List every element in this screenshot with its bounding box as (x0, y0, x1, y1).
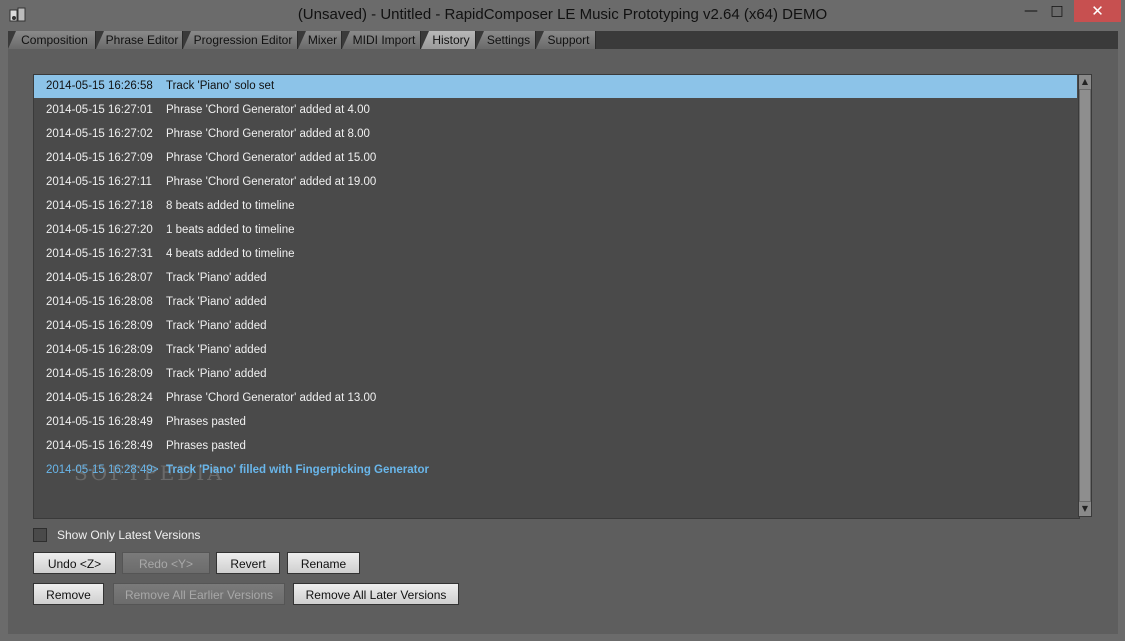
remove-earlier-versions-button[interactable]: Remove All Earlier Versions (113, 583, 285, 605)
history-row[interactable]: 2014-05-15 16:27:02 Phrase 'Chord Generat… (34, 123, 1077, 146)
history-timestamp: 2014-05-15 16:28:09 (46, 320, 153, 332)
history-row[interactable]: 2014-05-15 16:27:09 Phrase 'Chord Generat… (34, 147, 1077, 170)
tab-bar: Composition Phrase Editor Progression Ed… (8, 31, 1118, 49)
history-description: Track 'Piano' filled with Fingerpicking … (166, 464, 429, 476)
minimize-button[interactable]: — (1018, 0, 1044, 22)
scroll-up-arrow-icon[interactable]: ▲ (1079, 75, 1091, 89)
maximize-button[interactable]: □ (1044, 0, 1070, 22)
history-description: Phrase 'Chord Generator' added at 8.00 (166, 128, 370, 140)
tab-composition[interactable]: Composition (8, 31, 96, 49)
rename-button[interactable]: Rename (287, 552, 360, 574)
revert-button[interactable]: Revert (216, 552, 280, 574)
show-only-latest-label: Show Only Latest Versions (57, 528, 201, 542)
history-description: 8 beats added to timeline (166, 200, 295, 212)
history-row[interactable]: 2014-05-15 16:27:11 Phrase 'Chord Generat… (34, 171, 1077, 194)
scrollbar-thumb[interactable] (1080, 90, 1090, 501)
history-description: Phrases pasted (166, 416, 246, 428)
history-row[interactable]: 2014-05-15 16:28:49 -> Track 'Piano' fille… (34, 459, 1077, 482)
history-row[interactable]: 2014-05-15 16:27:18 8 beats added to time… (34, 195, 1077, 218)
history-timestamp: 2014-05-15 16:28:08 (46, 296, 153, 308)
history-description: Track 'Piano' added (166, 272, 267, 284)
history-timestamp: 2014-05-15 16:26:58 (46, 80, 153, 92)
history-row[interactable]: 2014-05-15 16:27:01 Phrase 'Chord Generat… (34, 99, 1077, 122)
history-description: 1 beats added to timeline (166, 224, 295, 236)
tab-phrase-editor[interactable]: Phrase Editor (96, 31, 183, 49)
history-description: 4 beats added to timeline (166, 248, 295, 260)
history-timestamp: 2014-05-15 16:28:24 (46, 392, 153, 404)
history-timestamp: 2014-05-15 16:27:01 (46, 104, 153, 116)
remove-later-versions-button[interactable]: Remove All Later Versions (293, 583, 459, 605)
remove-button[interactable]: Remove (33, 583, 104, 605)
history-row[interactable]: 2014-05-15 16:26:58 Track 'Piano' solo se… (34, 75, 1077, 98)
history-description: Track 'Piano' added (166, 296, 267, 308)
history-row[interactable]: 2014-05-15 16:28:49 Phrases pasted (34, 435, 1077, 458)
show-only-latest-checkbox[interactable] (33, 528, 47, 542)
title-bar: (Unsaved) - Untitled - RapidComposer LE … (0, 0, 1125, 31)
tab-mixer[interactable]: Mixer (298, 31, 342, 49)
history-panel: SOFTPEDIA 2014-05-15 16:26:58 Track 'Pian… (8, 49, 1118, 634)
history-row[interactable]: 2014-05-15 16:28:08 Track 'Piano' added (34, 291, 1077, 314)
history-row[interactable]: 2014-05-15 16:27:20 1 beats added to time… (34, 219, 1077, 242)
history-row[interactable]: 2014-05-15 16:28:24 Phrase 'Chord Generat… (34, 387, 1077, 410)
tab-midi-import[interactable]: MIDI Import (342, 31, 421, 49)
vertical-scrollbar[interactable]: ▲ ▼ (1078, 74, 1092, 517)
window-title: (Unsaved) - Untitled - RapidComposer LE … (297, 6, 828, 23)
history-timestamp: 2014-05-15 16:27:18 (46, 200, 153, 212)
show-only-latest-option[interactable]: Show Only Latest Versions (33, 527, 200, 543)
undo-button[interactable]: Undo <Z> (33, 552, 116, 574)
close-button[interactable]: ✕ (1074, 0, 1121, 22)
history-timestamp: 2014-05-15 16:28:49 (46, 416, 153, 428)
history-timestamp: 2014-05-15 16:27:20 (46, 224, 153, 236)
history-timestamp: 2014-05-15 16:27:02 (46, 128, 153, 140)
history-description: Phrase 'Chord Generator' added at 13.00 (166, 392, 377, 404)
tab-history[interactable]: History (421, 31, 476, 49)
history-timestamp: 2014-05-15 16:27:31 (46, 248, 153, 260)
history-timestamp: 2014-05-15 16:27:09 (46, 152, 153, 164)
history-timestamp: 2014-05-15 16:28:09 (46, 344, 153, 356)
redo-button[interactable]: Redo <Y> (122, 552, 210, 574)
history-timestamp: 2014-05-15 16:28:49 (46, 464, 153, 476)
tab-support[interactable]: Support (536, 31, 596, 49)
history-description: Phrase 'Chord Generator' added at 15.00 (166, 152, 377, 164)
scroll-down-arrow-icon[interactable]: ▼ (1079, 502, 1091, 516)
history-timestamp: 2014-05-15 16:28:07 (46, 272, 153, 284)
tab-settings[interactable]: Settings (476, 31, 536, 49)
history-timestamp: 2014-05-15 16:27:11 (46, 176, 152, 188)
history-timestamp: 2014-05-15 16:28:49 (46, 440, 153, 452)
history-description: Phrase 'Chord Generator' added at 4.00 (166, 104, 370, 116)
history-description: Track 'Piano' solo set (166, 80, 275, 92)
history-row[interactable]: 2014-05-15 16:28:09 Track 'Piano' added (34, 315, 1077, 338)
history-description: Track 'Piano' added (166, 344, 267, 356)
history-row[interactable]: 2014-05-15 16:28:09 Track 'Piano' added (34, 363, 1077, 386)
history-row[interactable]: 2014-05-15 16:27:31 4 beats added to time… (34, 243, 1077, 266)
tab-progression-editor[interactable]: Progression Editor (183, 31, 298, 49)
history-description: Track 'Piano' added (166, 320, 267, 332)
history-row[interactable]: 2014-05-15 16:28:07 Track 'Piano' added (34, 267, 1077, 290)
history-description: Track 'Piano' added (166, 368, 267, 380)
current-version-marker: -> (148, 464, 159, 476)
history-description: Phrase 'Chord Generator' added at 19.00 (166, 176, 377, 188)
history-row[interactable]: 2014-05-15 16:28:09 Track 'Piano' added (34, 339, 1077, 362)
history-timestamp: 2014-05-15 16:28:09 (46, 368, 153, 380)
history-list[interactable]: SOFTPEDIA 2014-05-15 16:26:58 Track 'Pian… (33, 74, 1080, 519)
history-description: Phrases pasted (166, 440, 246, 452)
history-row[interactable]: 2014-05-15 16:28:49 Phrases pasted (34, 411, 1077, 434)
